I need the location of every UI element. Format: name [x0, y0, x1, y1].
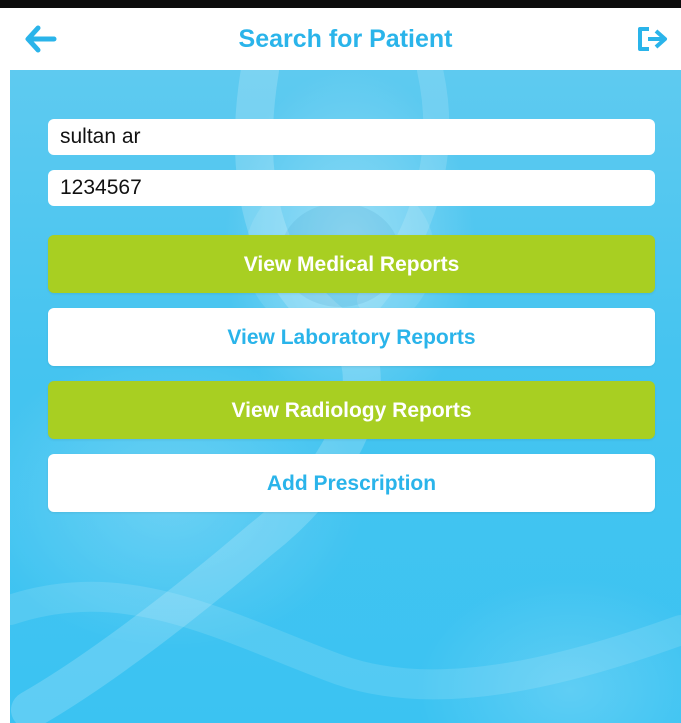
- main-content: View Medical Reports View Laboratory Rep…: [10, 70, 681, 723]
- page-title: Search for Patient: [238, 25, 453, 53]
- add-prescription-button[interactable]: Add Prescription: [48, 454, 655, 512]
- view-laboratory-reports-button[interactable]: View Laboratory Reports: [48, 308, 655, 366]
- app-header: Search for Patient: [10, 8, 681, 70]
- status-bar-edge: [0, 0, 681, 8]
- patient-id-input[interactable]: [48, 170, 655, 206]
- view-radiology-reports-button[interactable]: View Radiology Reports: [48, 381, 655, 439]
- patient-name-input[interactable]: [48, 119, 655, 155]
- logout-icon[interactable]: [636, 24, 670, 54]
- view-medical-reports-button[interactable]: View Medical Reports: [48, 235, 655, 293]
- arrow-left-icon[interactable]: [24, 24, 58, 54]
